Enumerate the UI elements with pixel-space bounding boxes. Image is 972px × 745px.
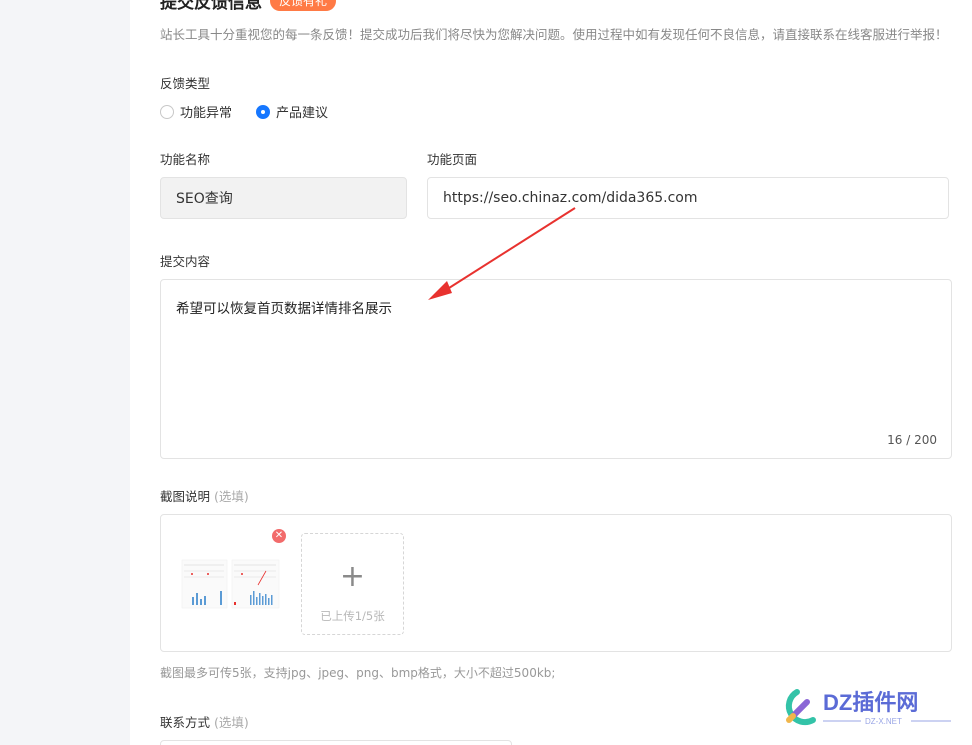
dz-watermark-logo: DZ插件网 DZ-X.NET [785, 689, 951, 726]
annotation-arrow [428, 207, 576, 300]
svg-text:DZ-X.NET: DZ-X.NET [865, 717, 902, 726]
svg-text:DZ插件网: DZ插件网 [823, 690, 918, 715]
